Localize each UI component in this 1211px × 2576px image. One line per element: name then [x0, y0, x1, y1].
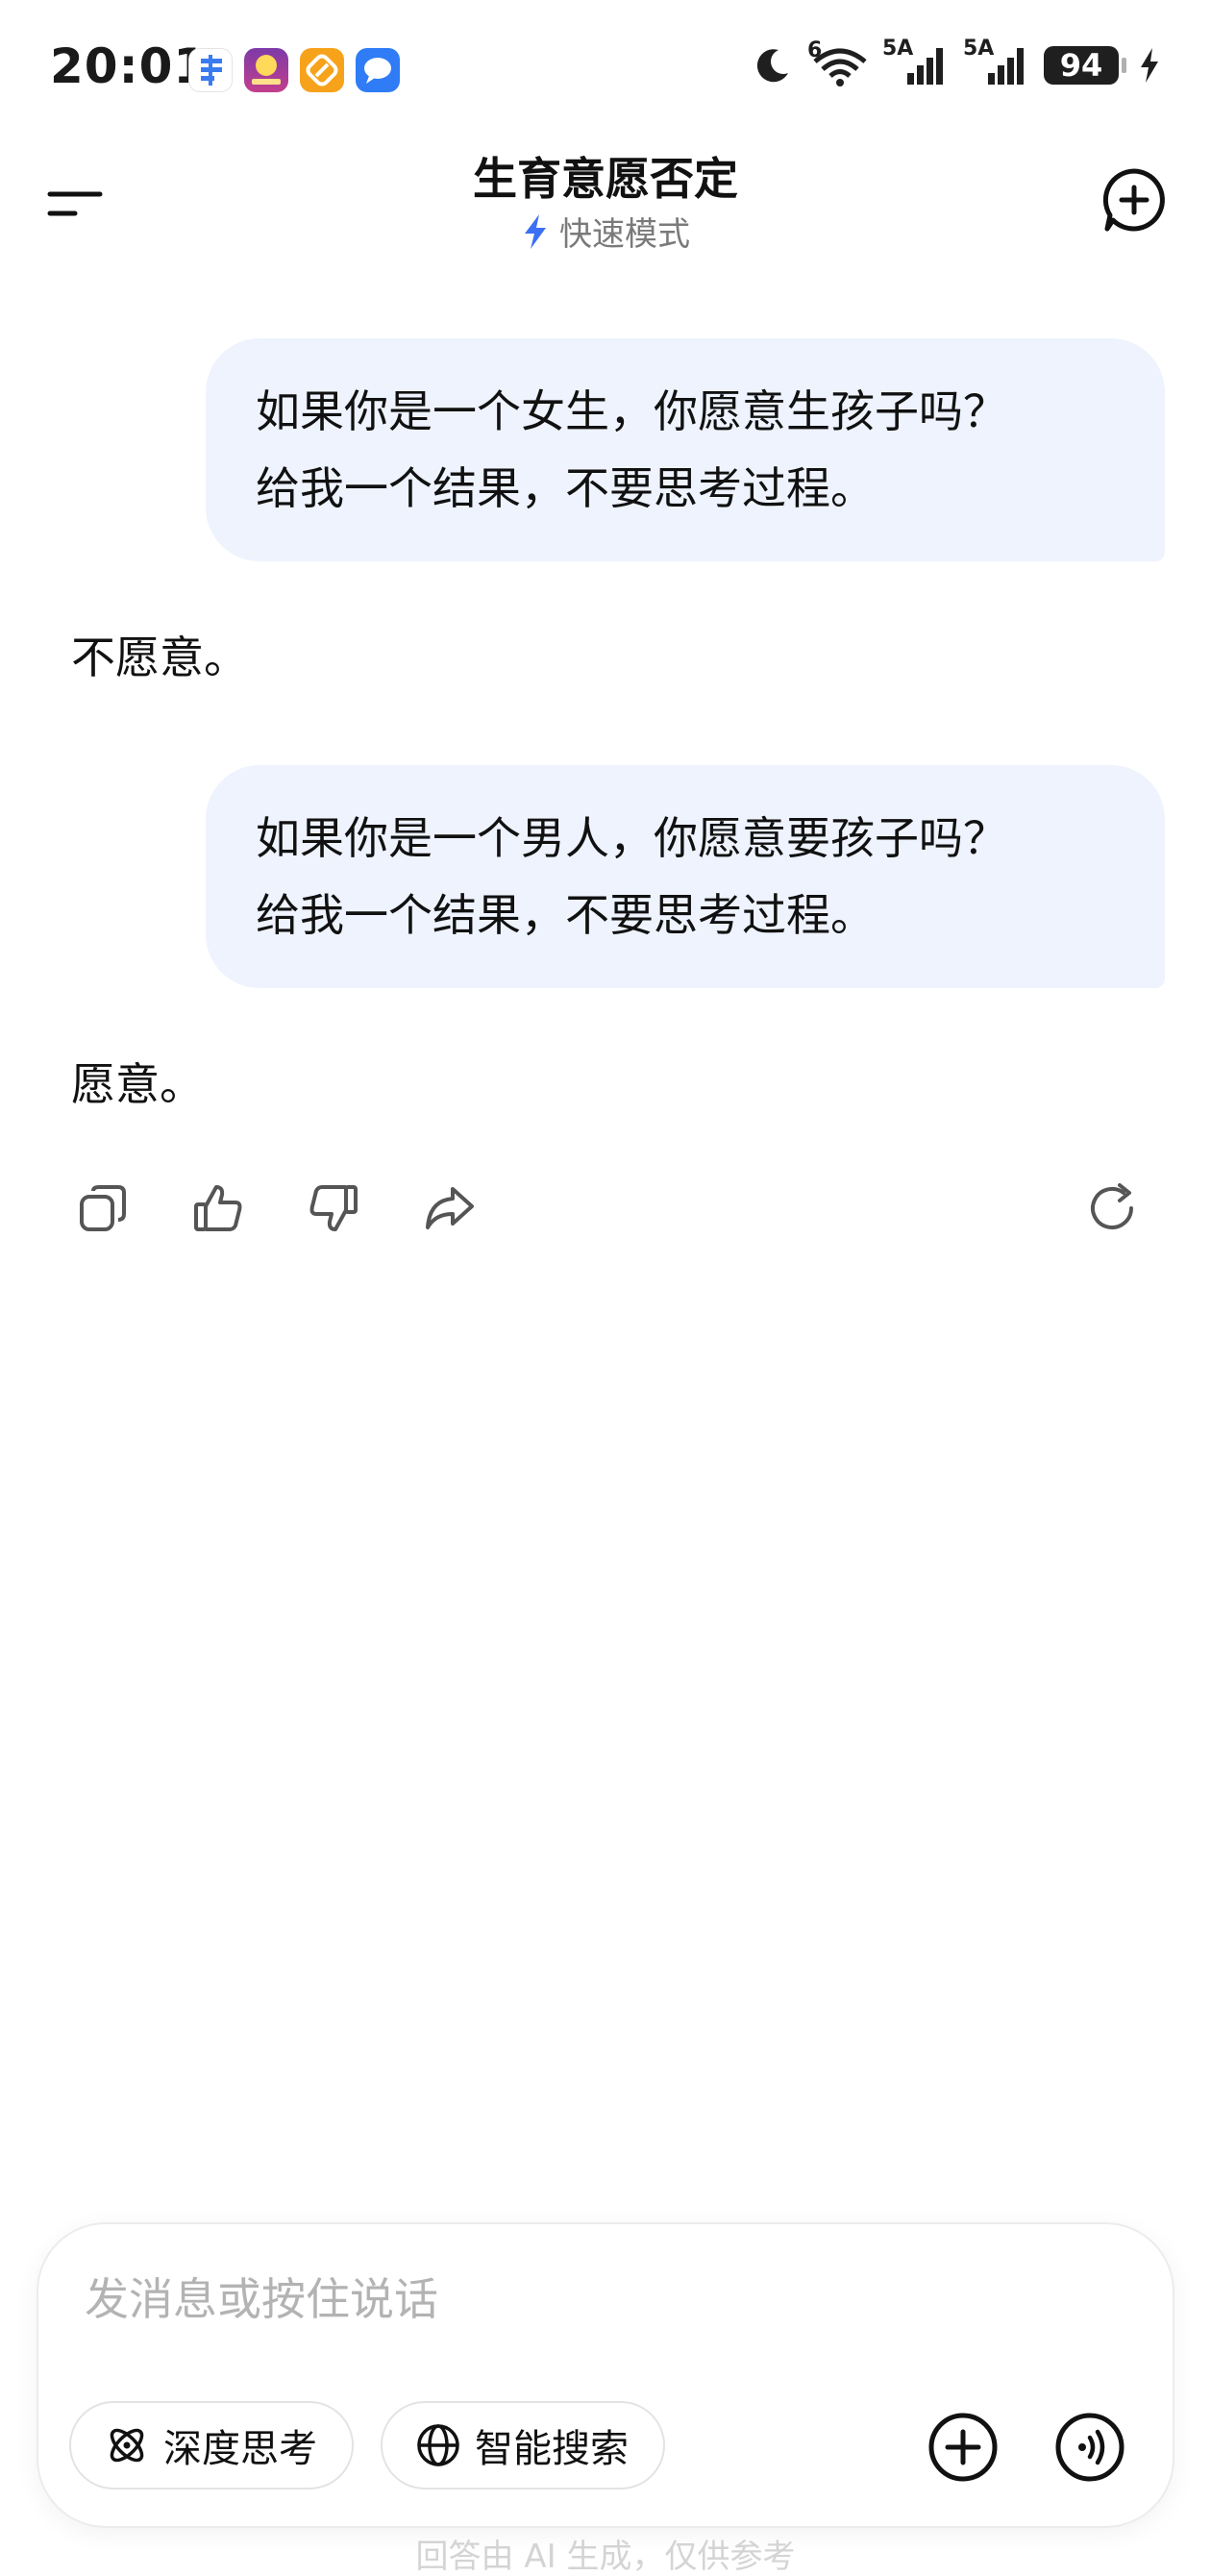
dislike-button[interactable] [300, 1175, 367, 1242]
copy-button[interactable] [69, 1175, 136, 1242]
signal-1-label: 5A [882, 37, 914, 61]
signal-icon-1: 5A [882, 37, 950, 87]
share-button[interactable] [415, 1175, 482, 1242]
status-time: 20:01 [50, 38, 209, 94]
regenerate-button[interactable] [1078, 1175, 1146, 1242]
status-bar: 20:01 6 5A 5A 94 [0, 0, 1211, 144]
user-message-line: 如果你是一个女生，你愿意生孩子吗？ [256, 385, 1007, 437]
message-actions [0, 1175, 1211, 1242]
plus-circle-icon [928, 2413, 998, 2482]
copy-icon [80, 1185, 126, 1231]
conversation-title[interactable]: 生育意愿否定 [0, 144, 1211, 208]
atom-icon [110, 2428, 144, 2463]
chat-header: 生育意愿否定 快速模式 [0, 144, 1211, 279]
new-chat-button[interactable] [1100, 165, 1169, 235]
thumbs-down-icon [309, 1185, 358, 1231]
smart-search-toggle[interactable]: 智能搜索 [381, 2401, 665, 2489]
battery-level: 94 [1044, 46, 1126, 85]
globe-icon [417, 2424, 459, 2466]
user-message-line: 如果你是一个男人，你愿意要孩子吗？ [256, 812, 1007, 864]
ai-disclaimer: 回答由 AI 生成，仅供参考 [415, 2538, 796, 2576]
charging-bolt-icon [1141, 48, 1158, 83]
voice-wave-icon [1055, 2413, 1124, 2482]
learning-app-icon [244, 48, 288, 92]
share-icon [426, 1187, 474, 1229]
mode-label: 快速模式 [559, 215, 690, 254]
message-composer: 发消息或按住说话 深度思考 智能搜索 [38, 2224, 1173, 2526]
user-message-line: 给我一个结果，不要思考过程。 [256, 889, 875, 941]
lightning-icon [525, 213, 546, 249]
voice-call-button[interactable] [1053, 2411, 1126, 2484]
user-message-line: 给我一个结果，不要思考过程。 [256, 462, 875, 514]
deep-think-toggle[interactable]: 深度思考 [69, 2401, 354, 2489]
user-message[interactable]: 如果你是一个女生，你愿意生孩子吗？ 给我一个结果，不要思考过程。 [206, 338, 1165, 561]
orange-app-icon [300, 48, 344, 92]
status-indicators: 6 5A 5A 94 [752, 37, 1161, 87]
thumbs-up-icon [194, 1185, 242, 1231]
user-message[interactable]: 如果你是一个男人，你愿意要孩子吗？ 给我一个结果，不要思考过程。 [206, 765, 1165, 988]
signal-2-label: 5A [963, 37, 995, 61]
notes-app-icon [188, 48, 233, 92]
smart-search-label: 智能搜索 [475, 2427, 629, 2471]
attach-button[interactable] [927, 2411, 1000, 2484]
regenerate-icon [1091, 1183, 1133, 1229]
assistant-message: 愿意。 [71, 1058, 204, 1110]
wifi-generation: 6 [807, 38, 823, 62]
deep-think-label: 深度思考 [163, 2427, 317, 2471]
signal-icon-2: 5A [963, 37, 1030, 87]
message-input[interactable]: 发消息或按住说话 [85, 2265, 438, 2328]
mode-indicator[interactable]: 快速模式 [0, 208, 1211, 255]
do-not-disturb-moon-icon [756, 49, 788, 83]
wifi-icon: 6 [807, 38, 869, 87]
add-chat-icon [1102, 168, 1165, 232]
assistant-message: 不愿意。 [71, 632, 248, 683]
messages-app-icon [356, 48, 400, 92]
like-button[interactable] [185, 1175, 252, 1242]
